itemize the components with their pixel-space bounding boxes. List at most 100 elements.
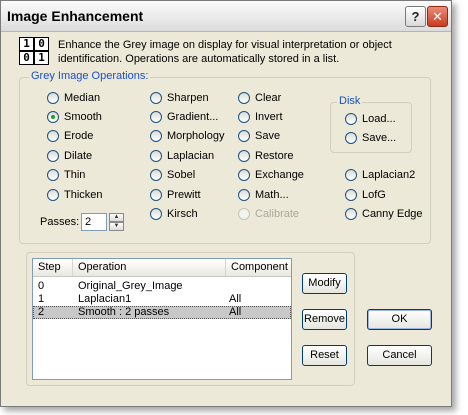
column-header-component[interactable]: Component xyxy=(226,259,291,276)
radio-restore[interactable]: Restore xyxy=(238,150,294,162)
radio-circle[interactable] xyxy=(150,92,162,104)
radio-circle[interactable] xyxy=(345,189,357,201)
logo-digit: 1 xyxy=(19,37,34,51)
binary-logo-icon: 1 0 0 1 xyxy=(19,37,49,65)
radio-exchange[interactable]: Exchange xyxy=(238,169,304,181)
operation-cell: Laplacian1 xyxy=(78,293,132,305)
radio-label: Gradient... xyxy=(167,111,219,123)
radio-invert[interactable]: Invert xyxy=(238,111,283,123)
spin-up-button[interactable]: ▲ xyxy=(109,213,124,222)
radio-circle[interactable] xyxy=(238,130,250,142)
radio-circle[interactable] xyxy=(47,150,59,162)
operation-cell: Smooth : 2 passes xyxy=(78,306,170,318)
radio-circle[interactable] xyxy=(47,130,59,142)
radio-label: Smooth xyxy=(64,111,102,123)
radio-circle[interactable] xyxy=(238,169,250,181)
radio-dilate[interactable]: Dilate xyxy=(47,150,92,162)
radio-label: Laplacian xyxy=(167,150,215,162)
column-header-step[interactable]: Step xyxy=(33,259,73,276)
radio-label: Math... xyxy=(255,189,289,201)
radio-label: Save xyxy=(255,130,281,142)
radio-circle[interactable] xyxy=(238,189,250,201)
remove-button[interactable]: Remove xyxy=(302,309,347,330)
radio-morphology[interactable]: Morphology xyxy=(150,130,224,142)
radio-gradient[interactable]: Gradient... xyxy=(150,111,218,123)
radio-circle[interactable] xyxy=(345,169,357,181)
radio-circle[interactable] xyxy=(150,208,162,220)
radio-thin[interactable]: Thin xyxy=(47,169,85,181)
radio-thicken[interactable]: Thicken xyxy=(47,189,103,201)
radio-circle-disabled xyxy=(238,208,250,220)
close-icon: ✕ xyxy=(432,8,443,24)
radio-kirsch[interactable]: Kirsch xyxy=(150,208,198,220)
radio-circle[interactable] xyxy=(238,150,250,162)
radio-circle[interactable] xyxy=(47,92,59,104)
list-item[interactable]: 1 Laplacian1 All xyxy=(33,293,291,306)
radio-circle[interactable] xyxy=(47,169,59,181)
radio-label: Exchange xyxy=(255,169,304,181)
radio-label: Prewitt xyxy=(167,189,201,201)
reset-button[interactable]: Reset xyxy=(302,345,347,366)
intro-text: Enhance the Grey image on display for vi… xyxy=(58,39,392,65)
radio-circle[interactable] xyxy=(150,189,162,201)
component-cell: All xyxy=(229,306,242,318)
radio-laplacian2[interactable]: Laplacian2 xyxy=(345,169,415,181)
radio-laplacian[interactable]: Laplacian xyxy=(150,150,214,162)
logo-digit: 1 xyxy=(34,51,49,65)
help-button[interactable]: ? xyxy=(405,6,426,27)
list-item-selected[interactable]: 2 Smooth : 2 passes All xyxy=(33,306,291,319)
spin-down-button[interactable]: ▼ xyxy=(109,222,124,231)
component-cell: All xyxy=(229,293,242,305)
image-enhancement-dialog: Image Enhancement ? ✕ 1 0 0 1 Enhance th… xyxy=(0,0,452,407)
radio-label: Median xyxy=(64,92,101,104)
cancel-button[interactable]: Cancel xyxy=(367,345,432,366)
radio-disk-load[interactable]: Load... xyxy=(345,113,396,125)
radio-circle[interactable] xyxy=(345,132,357,144)
radio-label: Sharpen xyxy=(167,92,209,104)
passes-label: Passes: xyxy=(40,216,80,228)
arrow-down-icon: ▼ xyxy=(113,223,120,229)
logo-digit: 0 xyxy=(34,37,49,51)
radio-erode[interactable]: Erode xyxy=(47,130,93,142)
radio-circle[interactable] xyxy=(238,92,250,104)
modify-button[interactable]: Modify xyxy=(302,273,347,294)
radio-label: Calibrate xyxy=(255,208,300,220)
radio-circle[interactable] xyxy=(238,111,250,123)
radio-prewitt[interactable]: Prewitt xyxy=(150,189,201,201)
list-header: Step Operation Component xyxy=(33,259,291,277)
ok-button[interactable]: OK xyxy=(367,309,432,330)
disk-group xyxy=(330,102,412,153)
radio-label: Kirsch xyxy=(167,208,198,220)
radio-circle[interactable] xyxy=(150,111,162,123)
column-header-operation[interactable]: Operation xyxy=(73,259,226,276)
operations-history-list[interactable]: Step Operation Component 0 Original_Grey… xyxy=(32,258,292,380)
radio-smooth[interactable]: Smooth xyxy=(47,111,102,123)
list-item[interactable]: 0 Original_Grey_Image xyxy=(33,280,291,293)
radio-median[interactable]: Median xyxy=(47,92,100,104)
passes-input[interactable]: 2 xyxy=(81,213,107,231)
question-mark-icon: ? xyxy=(411,9,420,24)
logo-digit: 0 xyxy=(19,51,34,65)
radio-math[interactable]: Math... xyxy=(238,189,289,201)
radio-clear[interactable]: Clear xyxy=(238,92,281,104)
radio-sobel[interactable]: Sobel xyxy=(150,169,195,181)
radio-circle[interactable] xyxy=(150,169,162,181)
grey-operations-legend: Grey Image Operations: xyxy=(29,70,151,82)
radio-canny-edge[interactable]: Canny Edge xyxy=(345,208,423,220)
radio-label: Laplacian2 xyxy=(362,169,416,181)
radio-circle[interactable] xyxy=(47,189,59,201)
radio-lofg[interactable]: LofG xyxy=(345,189,386,201)
radio-calibrate-disabled: Calibrate xyxy=(238,208,299,220)
radio-label: Thicken xyxy=(64,189,103,201)
radio-sharpen[interactable]: Sharpen xyxy=(150,92,209,104)
radio-circle[interactable] xyxy=(345,208,357,220)
radio-disk-save[interactable]: Save... xyxy=(345,132,396,144)
title-bar[interactable]: Image Enhancement ? ✕ xyxy=(1,1,451,32)
radio-circle-selected[interactable] xyxy=(47,111,59,123)
close-button[interactable]: ✕ xyxy=(427,6,448,27)
arrow-up-icon: ▲ xyxy=(113,214,120,220)
radio-save[interactable]: Save xyxy=(238,130,280,142)
radio-circle[interactable] xyxy=(150,150,162,162)
radio-circle[interactable] xyxy=(150,130,162,142)
radio-circle[interactable] xyxy=(345,113,357,125)
